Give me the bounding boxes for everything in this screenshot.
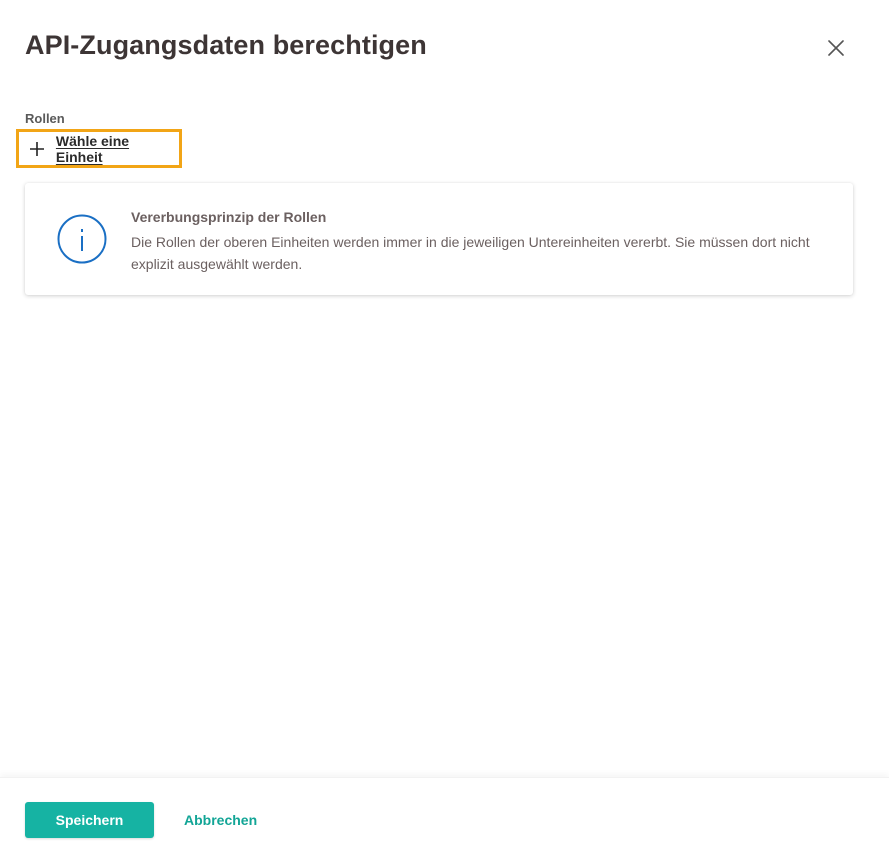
dialog-title: API-Zugangsdaten berechtigen bbox=[25, 30, 427, 60]
close-icon bbox=[828, 40, 844, 56]
select-unit-label: Wähle eine Einheit bbox=[55, 132, 130, 165]
select-unit-button[interactable]: Wähle eine Einheit bbox=[16, 129, 182, 168]
plus-icon bbox=[27, 139, 47, 159]
dialog-footer: Speichern Abbrechen bbox=[0, 777, 889, 861]
info-icon bbox=[57, 214, 107, 264]
save-button[interactable]: Speichern bbox=[25, 802, 154, 838]
info-card: Vererbungsprinzip der Rollen Die Rollen … bbox=[25, 183, 853, 295]
close-button[interactable] bbox=[822, 34, 850, 62]
info-body: Die Rollen der oberen Einheiten werden i… bbox=[131, 234, 810, 272]
dialog: API-Zugangsdaten berechtigen Rollen Wähl… bbox=[0, 0, 889, 861]
cancel-button[interactable]: Abbrechen bbox=[184, 812, 257, 828]
info-heading: Vererbungsprinzip der Rollen bbox=[131, 209, 327, 225]
roles-label: Rollen bbox=[25, 111, 65, 126]
